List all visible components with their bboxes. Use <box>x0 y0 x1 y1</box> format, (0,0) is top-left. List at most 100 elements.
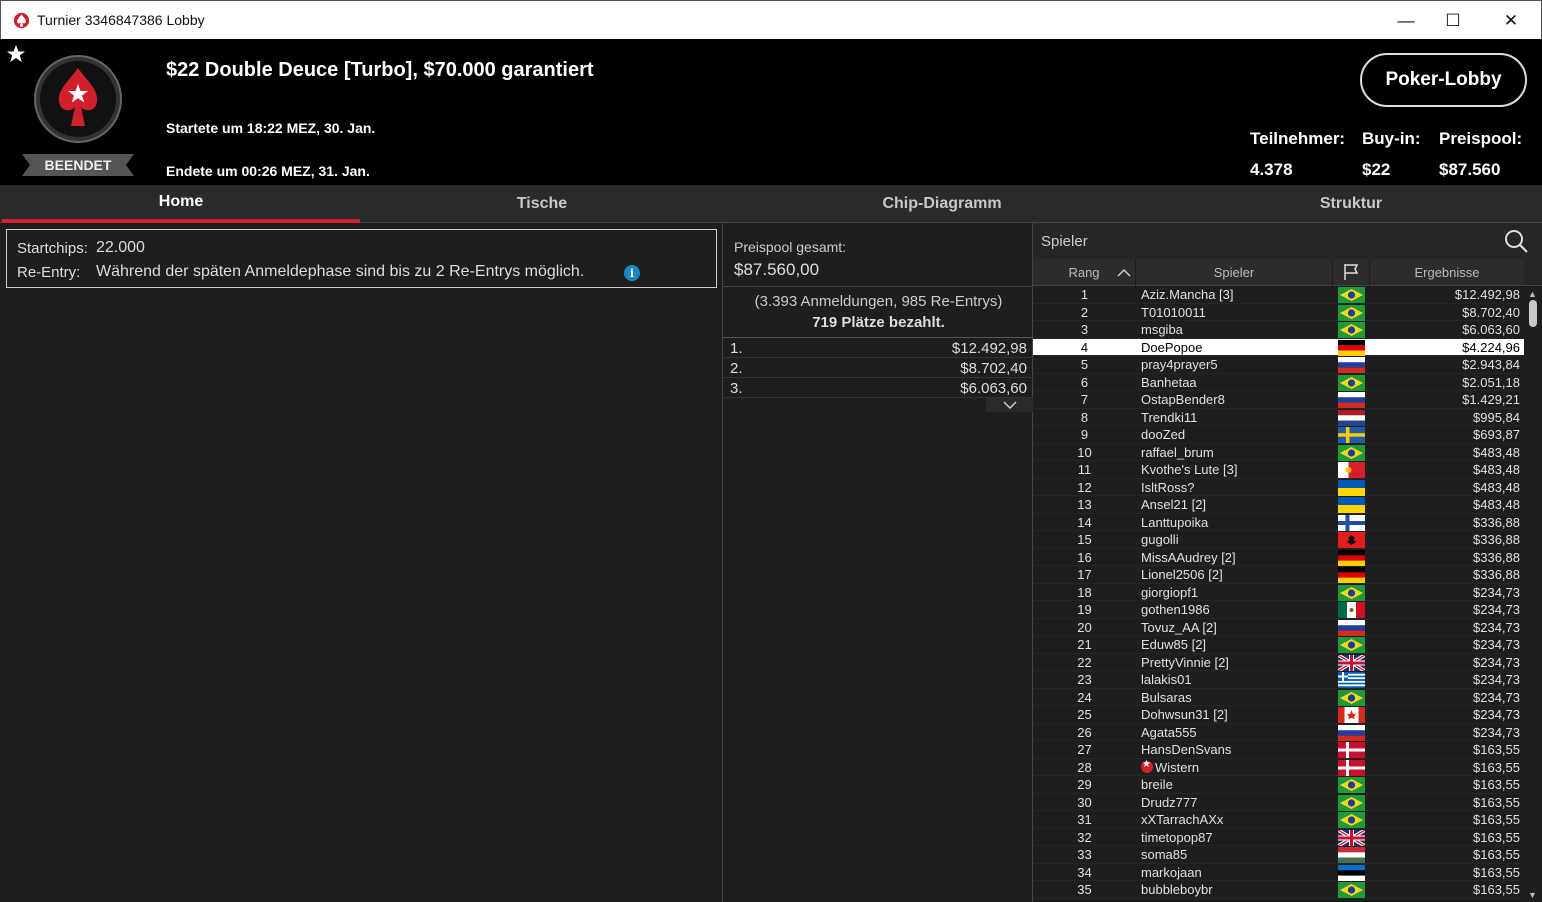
player-rank: 4 <box>1080 339 1089 355</box>
player-name: Bulsaras <box>1141 690 1192 705</box>
country-flag-icon <box>1338 812 1365 828</box>
tab-structure[interactable]: Struktur <box>1162 185 1540 223</box>
player-name-text: dooZed <box>1141 427 1186 442</box>
player-row[interactable]: 31 xXTarrachAXx $163,55 <box>1033 811 1524 829</box>
player-row[interactable]: 25 Dohwsun31 [2] $234,73 <box>1033 706 1524 724</box>
scroll-up-icon[interactable]: ▲ <box>1528 289 1537 299</box>
player-row[interactable]: 2 T01010011 $8.702,40 <box>1033 304 1524 321</box>
player-row[interactable]: 29 breile $163,55 <box>1033 776 1524 794</box>
player-row[interactable]: 18 giorgiopf1 $234,73 <box>1033 584 1524 601</box>
player-row[interactable]: 19 gothen1986 $234,73 <box>1033 601 1524 619</box>
player-name: Ansel21 [2] <box>1141 497 1206 512</box>
scroll-down-icon[interactable]: ▼ <box>1528 890 1537 900</box>
player-row[interactable]: 22 PrettyVinnie [2] $234,73 <box>1033 654 1524 671</box>
column-header-rank[interactable]: Rang <box>1033 259 1135 286</box>
close-button[interactable]: ✕ <box>1488 1 1534 40</box>
player-row[interactable]: 11 Kvothe's Lute [3] $483,48 <box>1033 461 1524 479</box>
player-row[interactable]: 17 Lionel2506 [2] $336,88 <box>1033 566 1524 584</box>
player-rank: 8 <box>1080 409 1089 425</box>
tab-tables[interactable]: Tische <box>362 185 722 223</box>
player-result: $234,73 <box>1473 724 1520 740</box>
country-flag-icon <box>1338 322 1365 338</box>
player-rank: 33 <box>1077 847 1092 862</box>
column-header-player[interactable]: Spieler <box>1136 259 1332 286</box>
poker-lobby-button[interactable]: Poker-Lobby <box>1360 53 1527 107</box>
player-name: Lanttupoika <box>1141 515 1208 530</box>
player-row[interactable]: 8 Trendki11 $995,84 <box>1033 409 1524 426</box>
player-name: raffael_brum <box>1141 445 1214 460</box>
player-row[interactable]: 21 Eduw85 [2] $234,73 <box>1033 636 1524 654</box>
country-flag-icon <box>1338 829 1365 846</box>
info-icon[interactable]: i <box>624 265 640 281</box>
player-name: MissAAudrey [2] <box>1141 550 1236 565</box>
player-row[interactable]: 30 Drudz777 $163,55 <box>1033 794 1524 811</box>
country-flag-icon <box>1338 759 1365 776</box>
player-rank: 21 <box>1077 637 1092 652</box>
status-badge: BEENDET <box>22 154 134 176</box>
country-flag-icon <box>1338 357 1365 373</box>
player-row[interactable]: 32 timetopop87 $163,55 <box>1033 829 1524 846</box>
participants-value: 4.378 <box>1250 160 1293 179</box>
expand-payouts-chevron-icon[interactable] <box>986 398 1034 412</box>
player-name: bubbleboybr <box>1141 882 1213 897</box>
favorite-star-icon[interactable] <box>6 44 26 64</box>
player-name: Kvothe's Lute [3] <box>1141 462 1237 477</box>
player-name-text: pray4prayer5 <box>1141 357 1218 372</box>
player-row[interactable]: 12 IsltRoss? $483,48 <box>1033 479 1524 496</box>
player-row[interactable]: 10 raffael_brum $483,48 <box>1033 444 1524 461</box>
player-row[interactable]: 24 Bulsaras $234,73 <box>1033 689 1524 706</box>
startchips-label: Startchips: <box>17 240 88 257</box>
player-row[interactable]: 5 pray4prayer5 $2.943,84 <box>1033 356 1524 374</box>
country-flag-icon <box>1338 654 1365 671</box>
player-row[interactable]: 23 lalakis01 $234,73 <box>1033 671 1524 689</box>
sort-ascending-icon <box>1117 268 1131 277</box>
column-header-country[interactable] <box>1333 259 1369 286</box>
player-row[interactable]: 4 DoePopoe $4.224,96 <box>1033 338 1524 356</box>
minimize-button[interactable]: — <box>1383 1 1429 40</box>
tab-home[interactable]: Home <box>2 185 360 223</box>
player-row[interactable]: 28 Wistern $163,55 <box>1033 759 1524 776</box>
player-rank: 15 <box>1077 532 1092 547</box>
player-search-input[interactable] <box>1041 230 1491 252</box>
players-scrollbar[interactable]: ▲ ▼ <box>1524 286 1542 902</box>
pokerstars-app-icon <box>13 12 30 29</box>
player-row[interactable]: 35 bubbleboybr $163,55 <box>1033 881 1524 899</box>
player-row[interactable]: 9 dooZed $693,87 <box>1033 426 1524 444</box>
scrollbar-thumb[interactable] <box>1529 300 1537 327</box>
payout-place: 1. <box>730 340 743 357</box>
tab-chip-chart[interactable]: Chip-Diagramm <box>722 185 1162 223</box>
player-name-text: PrettyVinnie [2] <box>1141 654 1229 670</box>
player-name: markojaan <box>1141 865 1202 880</box>
player-name: timetopop87 <box>1141 830 1213 845</box>
country-flag-icon <box>1338 672 1365 688</box>
player-row[interactable]: 27 HansDenSvans $163,55 <box>1033 741 1524 759</box>
player-name-text: Dohwsun31 [2] <box>1141 707 1228 722</box>
player-row[interactable]: 3 msgiba $6.063,60 <box>1033 321 1524 339</box>
search-icon[interactable] <box>1503 228 1529 254</box>
player-row[interactable]: 6 Banhetaa $2.051,18 <box>1033 374 1524 391</box>
player-row[interactable]: 20 Tovuz_AA [2] $234,73 <box>1033 619 1524 636</box>
player-row[interactable]: 1 Aziz.Mancha [3] $12.492,98 <box>1033 286 1524 304</box>
payout-amount: $8.702,40 <box>960 360 1027 377</box>
player-rank: 32 <box>1077 829 1092 845</box>
player-row[interactable]: 26 Agata555 $234,73 <box>1033 724 1524 741</box>
country-flag-icon <box>1338 707 1365 723</box>
player-name: xXTarrachAXx <box>1141 812 1223 827</box>
player-name-text: Lionel2506 [2] <box>1141 567 1223 582</box>
player-row[interactable]: 33 soma85 $163,55 <box>1033 846 1524 864</box>
rank-header-label: Rang <box>1068 264 1100 280</box>
player-row[interactable]: 7 OstapBender8 $1.429,21 <box>1033 391 1524 409</box>
player-row[interactable]: 34 markojaan $163,55 <box>1033 864 1524 881</box>
column-header-results[interactable]: Ergebnisse <box>1370 259 1524 286</box>
player-row[interactable]: 16 MissAAudrey [2] $336,88 <box>1033 549 1524 566</box>
player-name: HansDenSvans <box>1141 742 1231 757</box>
player-row[interactable]: 13 Ansel21 [2] $483,48 <box>1033 496 1524 514</box>
player-rank: 9 <box>1080 427 1089 442</box>
player-name: Aziz.Mancha [3] <box>1141 287 1234 302</box>
player-row[interactable]: 14 Lanttupoika $336,88 <box>1033 514 1524 531</box>
maximize-button[interactable]: ☐ <box>1430 1 1476 40</box>
player-result: $163,55 <box>1473 794 1520 810</box>
player-rank: 5 <box>1080 357 1089 372</box>
player-result: $1.429,21 <box>1462 392 1520 407</box>
player-row[interactable]: 15 gugolli $336,88 <box>1033 531 1524 549</box>
